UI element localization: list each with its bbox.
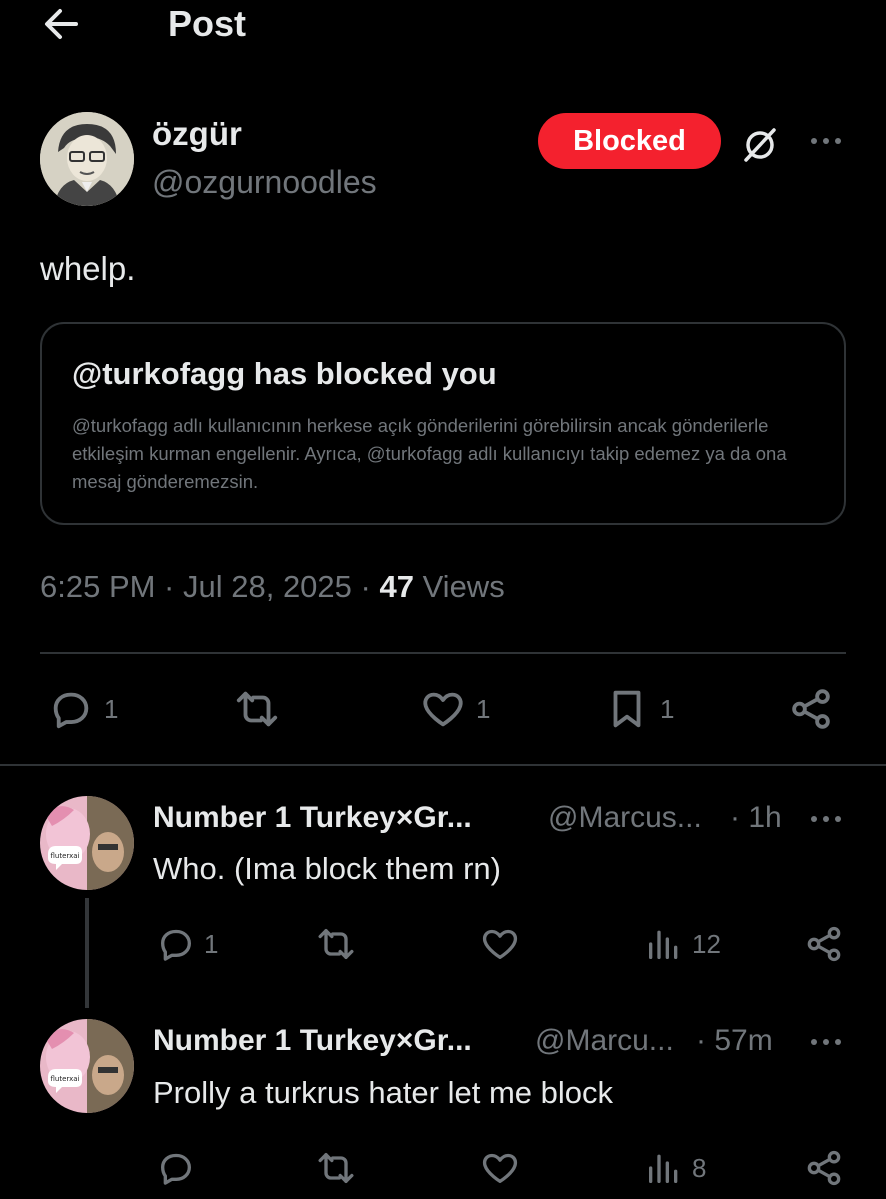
reply-avatar[interactable]: fluterxai xyxy=(40,1019,134,1113)
views-count: 12 xyxy=(692,928,721,959)
reply-button[interactable]: 1 xyxy=(48,686,118,732)
repost-button[interactable] xyxy=(234,686,280,732)
like-icon xyxy=(423,692,463,727)
share-button[interactable] xyxy=(788,686,834,732)
post-text: whelp. xyxy=(40,250,136,287)
reply-author-handle[interactable]: @Marcus... xyxy=(548,799,702,837)
views-icon xyxy=(649,1154,678,1183)
reply-author-handle[interactable]: @Marcu... xyxy=(535,1022,674,1060)
repost-icon xyxy=(318,929,354,959)
timestamp: 6:25 PM · Jul 28, 2025 · xyxy=(40,569,380,604)
back-arrow-icon[interactable] xyxy=(40,4,84,44)
reply-button[interactable] xyxy=(156,1148,196,1188)
divider xyxy=(0,764,886,766)
like-button[interactable] xyxy=(480,924,520,964)
author-handle[interactable]: @ozgurnoodles xyxy=(152,162,377,202)
author-name[interactable]: özgür xyxy=(152,114,242,154)
reply-author-name[interactable]: Number 1 Turkey×Gr... xyxy=(153,1022,472,1060)
reply-icon xyxy=(53,692,89,729)
repost-icon xyxy=(236,691,278,727)
page-title: Post xyxy=(168,3,247,44)
like-icon xyxy=(482,1153,518,1183)
blocked-button[interactable]: Blocked xyxy=(538,113,721,169)
avatar-label: fluterxai xyxy=(51,1075,80,1083)
thread-line xyxy=(85,898,89,1008)
like-button[interactable] xyxy=(480,1148,520,1188)
share-button[interactable] xyxy=(804,1148,844,1188)
repost-icon xyxy=(318,1153,354,1183)
avatar-label: fluterxai xyxy=(51,852,80,860)
views-label: Views xyxy=(413,569,505,604)
grok-icon[interactable] xyxy=(740,124,780,164)
views-count: 8 xyxy=(692,1152,707,1183)
card-title: @turkofagg has blocked you xyxy=(72,356,497,391)
share-icon xyxy=(792,689,830,729)
more-icon[interactable] xyxy=(806,126,846,156)
share-icon xyxy=(807,926,841,962)
post-meta: 6:25 PM · Jul 28, 2025 · 47 Views xyxy=(40,567,505,607)
reply-count: 1 xyxy=(104,693,119,724)
reply-icon xyxy=(161,1153,191,1185)
reply-avatar[interactable]: fluterxai xyxy=(40,796,134,890)
bookmark-icon xyxy=(613,690,641,728)
card-body: @turkofagg adlı kullanıcının herkese açı… xyxy=(72,415,787,492)
divider xyxy=(40,652,846,654)
like-icon xyxy=(482,929,518,959)
views-button[interactable]: 8 xyxy=(644,1148,706,1188)
views-button[interactable]: 12 xyxy=(644,924,721,964)
more-icon[interactable] xyxy=(806,1027,846,1057)
bookmark-count: 1 xyxy=(660,693,675,724)
reply-time: · 57m xyxy=(696,1024,773,1057)
bookmark-button[interactable]: 1 xyxy=(604,686,674,732)
reply-author-name[interactable]: Number 1 Turkey×Gr... xyxy=(153,799,472,837)
reply-time: · 1h xyxy=(730,801,782,834)
reply-text: Prolly a turkrus hater let me block xyxy=(153,1075,614,1110)
share-button[interactable] xyxy=(804,924,844,964)
author-avatar[interactable] xyxy=(40,112,134,206)
like-button[interactable]: 1 xyxy=(420,686,490,732)
reply-count: 1 xyxy=(204,928,219,959)
views-count: 47 xyxy=(379,569,414,604)
share-icon xyxy=(807,1150,841,1186)
repost-button[interactable] xyxy=(316,924,356,964)
reply-text: Who. (Ima block them rn) xyxy=(153,851,501,886)
repost-button[interactable] xyxy=(316,1148,356,1188)
reply-icon xyxy=(161,929,191,961)
more-icon[interactable] xyxy=(806,804,846,834)
reply-button[interactable]: 1 xyxy=(156,924,218,964)
views-icon xyxy=(649,930,678,959)
like-count: 1 xyxy=(476,693,491,724)
